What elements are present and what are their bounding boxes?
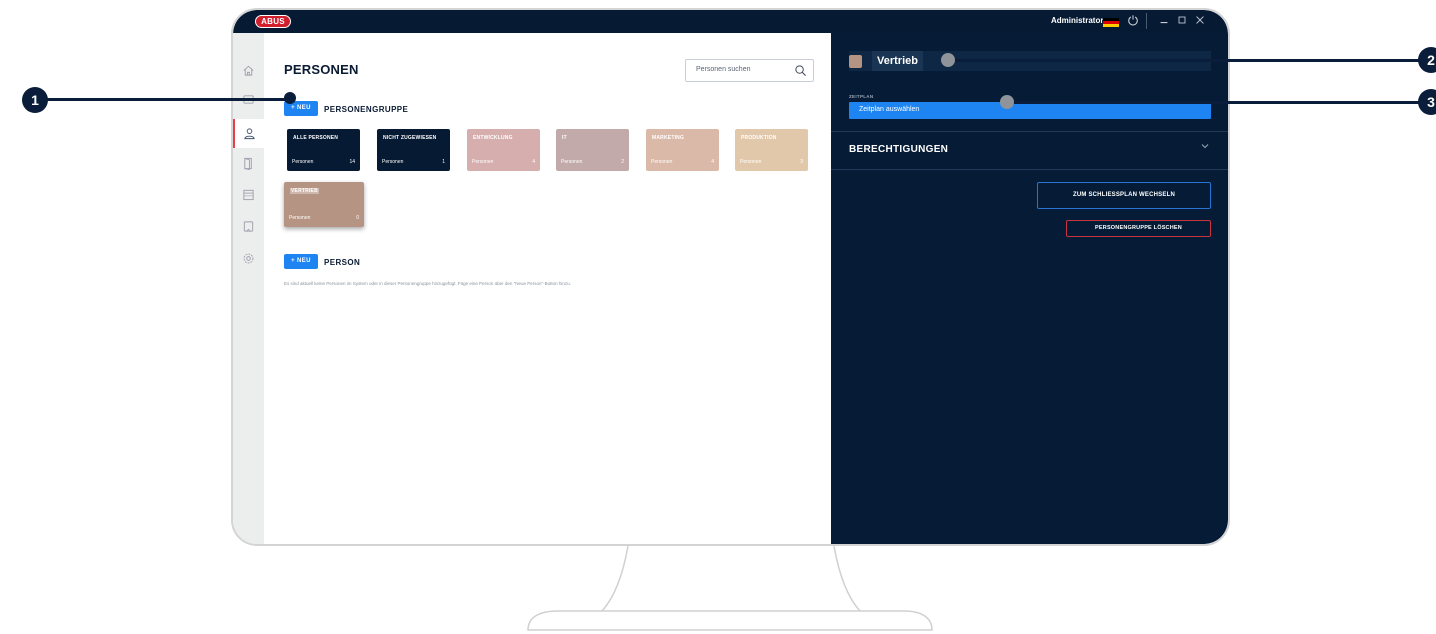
sidebar-item-media[interactable] bbox=[233, 212, 264, 241]
card-title: NICHT ZUGEWIESEN bbox=[383, 135, 437, 141]
power-icon[interactable] bbox=[1126, 14, 1140, 28]
card-sub: Personen bbox=[651, 159, 673, 165]
persons-section-label: PERSON bbox=[324, 258, 361, 267]
groups-section-label: PERSONENGRUPPE bbox=[324, 105, 409, 114]
card-title: MARKETING bbox=[652, 135, 685, 141]
card-title: VERTRIEB bbox=[290, 188, 319, 194]
callout-3-dot bbox=[1000, 95, 1014, 109]
group-detail-panel: Vertrieb ZEITPLAN Zeitplan auswählen BER… bbox=[831, 33, 1228, 544]
page-title: PERSONEN bbox=[284, 62, 359, 77]
close-icon[interactable] bbox=[1193, 14, 1207, 28]
callout-1-dot bbox=[284, 92, 296, 104]
callout-3-line bbox=[1007, 101, 1428, 104]
app-window: ABUS Administrator PERSONEN Personen suc… bbox=[233, 10, 1228, 544]
card-title: PRODUKTION bbox=[741, 135, 777, 141]
callout-2-line bbox=[948, 59, 1428, 62]
empty-state-text: Es sind aktuell keine Personen im System… bbox=[284, 281, 571, 286]
maximize-icon[interactable] bbox=[1175, 14, 1189, 28]
minimize-icon[interactable] bbox=[1157, 14, 1171, 28]
card-count: 4 bbox=[711, 159, 714, 165]
card-count: 0 bbox=[356, 215, 359, 221]
group-card-development[interactable]: ENTWICKLUNG Personen 4 bbox=[467, 129, 540, 171]
group-card-production[interactable]: PRODUKTION Personen 3 bbox=[735, 129, 808, 171]
sidebar bbox=[233, 33, 264, 544]
home-icon bbox=[243, 65, 254, 76]
german-flag-icon[interactable] bbox=[1103, 18, 1119, 27]
divider bbox=[831, 131, 1228, 132]
switch-to-lockplan-button[interactable]: ZUM SCHLIESSPLAN WECHSELN bbox=[1037, 182, 1211, 209]
callout-1-badge: 1 bbox=[22, 87, 48, 113]
card-sub: Personen bbox=[289, 215, 311, 221]
title-bar: ABUS Administrator bbox=[233, 10, 1228, 33]
schedule-select-value: Zeitplan auswählen bbox=[859, 106, 920, 113]
titlebar-divider bbox=[1146, 13, 1147, 29]
callout-2-dot bbox=[941, 53, 955, 67]
card-title: IT bbox=[562, 135, 567, 141]
monitor: ABUS Administrator PERSONEN Personen suc… bbox=[231, 8, 1230, 546]
card-count: 3 bbox=[800, 159, 803, 165]
card-title: ALLE PERSONEN bbox=[293, 135, 339, 141]
search-icon[interactable] bbox=[794, 64, 807, 77]
sidebar-item-home[interactable] bbox=[233, 56, 264, 85]
callout-2-badge: 2 bbox=[1418, 47, 1436, 73]
card-sub: Personen bbox=[292, 159, 314, 165]
user-name[interactable]: Administrator bbox=[1051, 16, 1103, 25]
group-card-unassigned[interactable]: NICHT ZUGEWIESEN Personen 1 bbox=[377, 129, 450, 171]
door-icon bbox=[244, 157, 252, 170]
card-sub: Personen bbox=[382, 159, 404, 165]
card-title: ENTWICKLUNG bbox=[473, 135, 513, 141]
tablet-icon bbox=[243, 221, 254, 232]
group-color-swatch[interactable] bbox=[849, 55, 862, 68]
divider bbox=[831, 169, 1228, 170]
calendar-icon bbox=[243, 189, 254, 201]
group-card-it[interactable]: IT Personen 2 bbox=[556, 129, 629, 171]
card-sub: Personen bbox=[472, 159, 494, 165]
new-person-button[interactable]: + NEU bbox=[284, 254, 318, 269]
delete-group-button[interactable]: PERSONENGRUPPE LÖSCHEN bbox=[1066, 220, 1211, 237]
card-count: 4 bbox=[532, 159, 535, 165]
sidebar-item-persons[interactable] bbox=[233, 119, 264, 148]
group-name-input[interactable]: Vertrieb bbox=[872, 51, 923, 71]
search-input[interactable]: Personen suchen bbox=[685, 59, 814, 82]
gear-icon bbox=[243, 253, 254, 264]
callout-1-line bbox=[40, 98, 290, 101]
card-sub: Personen bbox=[740, 159, 762, 165]
sidebar-item-settings[interactable] bbox=[233, 244, 264, 273]
permissions-header[interactable]: BERECHTIGUNGEN bbox=[849, 144, 948, 155]
card-sub: Personen bbox=[561, 159, 583, 165]
card-count: 1 bbox=[442, 159, 445, 165]
schedule-label: ZEITPLAN bbox=[849, 94, 874, 99]
callout-3-badge: 3 bbox=[1418, 89, 1436, 115]
search-placeholder: Personen suchen bbox=[696, 66, 751, 73]
abus-logo: ABUS bbox=[255, 15, 291, 28]
group-card-marketing[interactable]: MARKETING Personen 4 bbox=[646, 129, 719, 171]
chevron-down-icon[interactable] bbox=[1200, 141, 1210, 151]
card-count: 2 bbox=[621, 159, 624, 165]
schedule-select[interactable]: Zeitplan auswählen bbox=[849, 102, 1211, 119]
persons-panel: PERSONEN Personen suchen + NEU PERSONENG… bbox=[264, 33, 831, 544]
card-count: 14 bbox=[349, 159, 355, 165]
sidebar-item-doors[interactable] bbox=[233, 149, 264, 178]
sidebar-item-schedules[interactable] bbox=[233, 180, 264, 209]
person-icon bbox=[244, 128, 255, 140]
group-card-all[interactable]: ALLE PERSONEN Personen 14 bbox=[287, 129, 360, 171]
group-card-sales[interactable]: VERTRIEB Personen 0 bbox=[284, 182, 364, 227]
